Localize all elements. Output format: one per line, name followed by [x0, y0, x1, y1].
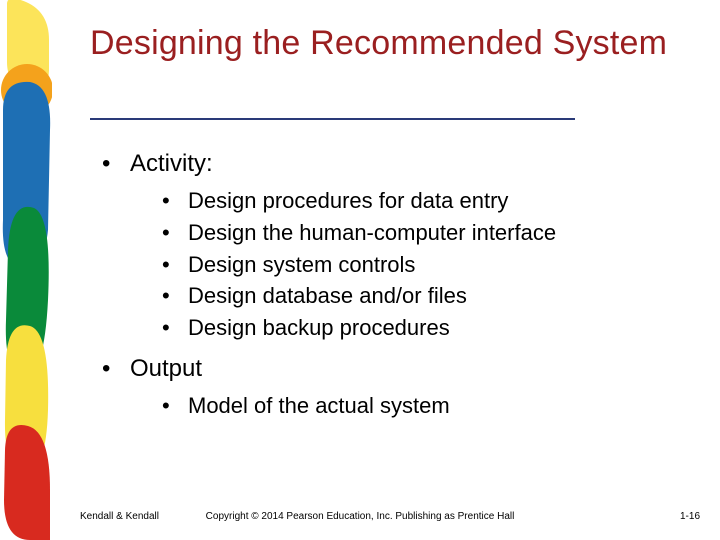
sub-bullet: Design the human-computer interface [82, 218, 682, 248]
sub-bullet: Design database and/or files [82, 281, 682, 311]
sub-bullet: Design procedures for data entry [82, 186, 682, 216]
bullet-label: Output [130, 355, 202, 382]
bullet-output: Output [82, 353, 682, 385]
output-sub-group: Model of the actual system [82, 391, 682, 421]
bullet-label: Activity: [130, 150, 213, 177]
slide-title: Designing the Recommended System [90, 22, 667, 65]
activity-sub-group: Design procedures for data entry Design … [82, 186, 682, 342]
footer-author: Kendall & Kendall [80, 511, 159, 522]
slide: Designing the Recommended System Activit… [0, 0, 720, 540]
footer-page-number: 1-16 [680, 511, 700, 522]
sub-bullet: Model of the actual system [82, 391, 682, 421]
content-area: Activity: Design procedures for data ent… [82, 140, 682, 431]
bullet-activity: Activity: [82, 148, 682, 180]
sub-bullet: Design system controls [82, 250, 682, 280]
footer-copyright: Copyright © 2014 Pearson Education, Inc.… [206, 511, 515, 522]
decorative-sidebar [0, 0, 52, 540]
sub-bullet: Design backup procedures [82, 313, 682, 343]
title-underline [90, 118, 575, 120]
